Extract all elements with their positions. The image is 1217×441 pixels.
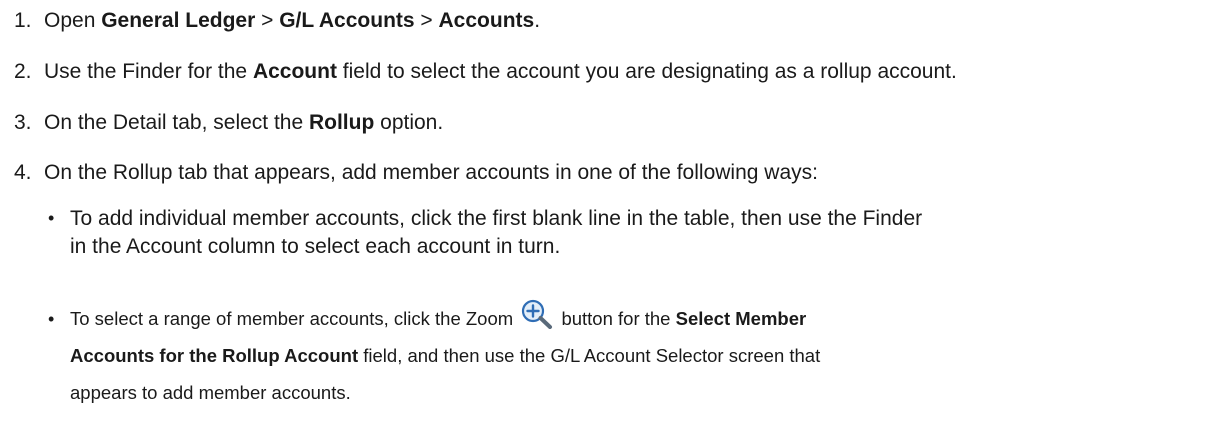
- text-run: >: [255, 9, 280, 32]
- bullet-marker: •: [48, 309, 55, 329]
- bullet-marker: •: [48, 208, 55, 228]
- field-select-member: Select Member: [675, 308, 807, 329]
- zoom-in-icon: [520, 299, 554, 329]
- step-text: Use the Finder for the Account field to …: [44, 60, 957, 83]
- option-rollup: Rollup: [308, 111, 375, 134]
- menu-general-ledger: General Ledger: [101, 9, 256, 32]
- text-run: On the Detail tab, select the: [44, 111, 309, 134]
- bullet-line: To add individual member accounts, click…: [70, 207, 923, 230]
- step-number: 4.: [14, 161, 32, 184]
- menu-accounts: Accounts: [438, 9, 535, 32]
- bullet-line: in the Account column to select each acc…: [70, 235, 561, 258]
- text-run: .: [534, 9, 541, 32]
- text-run: field, and then use the G/L Account Sele…: [358, 345, 821, 366]
- text-run: field to select the account you are desi…: [336, 60, 957, 83]
- step-1: 1. Open General Ledger > G/L Accounts > A…: [14, 8, 540, 34]
- bullet-line: appears to add member accounts.: [70, 382, 351, 403]
- field-account: Account: [252, 60, 337, 83]
- step-4: 4. On the Rollup tab that appears, add me…: [14, 160, 818, 186]
- field-rollup-account: Accounts for the Rollup Account: [70, 345, 359, 366]
- text-run: To select a range of member accounts, cl…: [70, 308, 519, 329]
- bullet-line: Accounts for the Rollup Account field, a…: [70, 337, 820, 374]
- step-2: 2. Use the Finder for the Account field t…: [14, 59, 957, 85]
- text-run: >: [414, 9, 439, 32]
- menu-gl-accounts: G/L Accounts: [279, 9, 415, 32]
- step-number: 3.: [14, 111, 32, 134]
- step-text: Open General Ledger > G/L Accounts > Acc…: [44, 9, 540, 32]
- bullet-item-individual: To add individual member accounts, click…: [70, 205, 922, 261]
- text-run: button for the: [556, 308, 676, 329]
- step-text: On the Rollup tab that appears, add memb…: [44, 161, 818, 184]
- step-text: On the Detail tab, select the Rollup opt…: [44, 111, 443, 134]
- text-run: option.: [374, 111, 444, 134]
- bullet-item-range: To select a range of member accounts, cl…: [70, 299, 820, 411]
- step-3: 3. On the Detail tab, select the Rollup o…: [14, 110, 443, 136]
- text-run: Open: [44, 9, 102, 32]
- text-run: Use the Finder for the: [44, 60, 253, 83]
- bullet-line: To select a range of member accounts, cl…: [70, 299, 820, 337]
- step-number: 1.: [14, 9, 32, 32]
- step-number: 2.: [14, 60, 32, 83]
- procedure-document: 1. Open General Ledger > G/L Accounts > A…: [0, 0, 1217, 441]
